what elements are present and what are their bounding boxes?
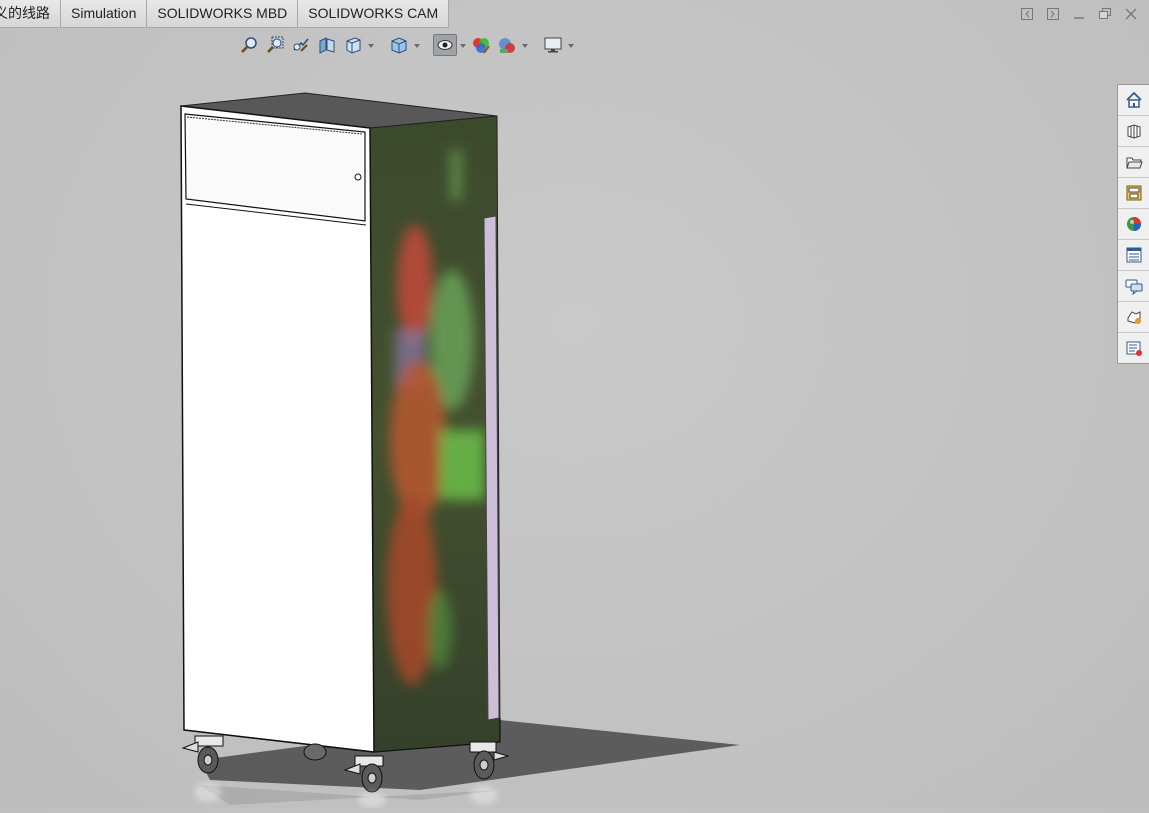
section-view-icon[interactable] xyxy=(315,34,339,56)
forum-icon[interactable] xyxy=(1118,271,1149,302)
3dexperience-marketplace-icon[interactable] xyxy=(1118,302,1149,333)
apply-scene-dropdown[interactable] xyxy=(521,34,529,56)
caster-back-left xyxy=(303,743,327,761)
tab-solidworks-mbd[interactable]: SOLIDWORKS MBD xyxy=(147,0,299,28)
edit-appearance-icon[interactable] xyxy=(469,34,493,56)
cabinet-model xyxy=(180,92,740,808)
file-explorer-icon[interactable] xyxy=(1118,147,1149,178)
appearances-scenes-icon[interactable] xyxy=(1118,209,1149,240)
restore-left-icon[interactable] xyxy=(1019,6,1035,22)
hide-show-items-icon[interactable] xyxy=(433,34,457,56)
minimize-icon[interactable] xyxy=(1071,6,1087,22)
solidworks-resources-icon[interactable] xyxy=(1118,85,1149,116)
restore-right-icon[interactable] xyxy=(1045,6,1061,22)
custom-properties-icon[interactable] xyxy=(1118,240,1149,271)
apply-scene-icon[interactable] xyxy=(495,34,519,56)
view-settings-icon[interactable] xyxy=(541,34,565,56)
design-library-icon[interactable] xyxy=(1118,116,1149,147)
command-manager-tabs: 义的线路 Simulation SOLIDWORKS MBD SOLIDWORK… xyxy=(0,0,450,28)
tab-solidworks-cam[interactable]: SOLIDWORKS CAM xyxy=(298,0,450,28)
zoom-to-area-icon[interactable] xyxy=(263,34,287,56)
view-settings-dropdown[interactable] xyxy=(567,34,575,56)
close-icon[interactable] xyxy=(1123,6,1139,22)
previous-view-icon[interactable] xyxy=(289,34,313,56)
tab-simulation[interactable]: Simulation xyxy=(61,0,148,28)
zoom-to-fit-icon[interactable] xyxy=(237,34,261,56)
lock-knob xyxy=(354,173,362,181)
view-orientation-icon[interactable] xyxy=(341,34,365,56)
display-style-icon[interactable] xyxy=(387,34,411,56)
tab-routing[interactable]: 义的线路 xyxy=(0,0,61,28)
view-palette-icon[interactable] xyxy=(1118,178,1149,209)
display-style-dropdown[interactable] xyxy=(413,34,421,56)
heads-up-view-toolbar xyxy=(237,33,575,57)
task-pane xyxy=(1117,84,1149,364)
window-controls xyxy=(1019,6,1139,22)
hide-show-items-dropdown[interactable] xyxy=(459,34,467,56)
view-orientation-dropdown[interactable] xyxy=(367,34,375,56)
maximize-icon[interactable] xyxy=(1097,6,1113,22)
property-manager-icon[interactable] xyxy=(1118,333,1149,363)
graphics-area[interactable] xyxy=(0,60,1115,808)
